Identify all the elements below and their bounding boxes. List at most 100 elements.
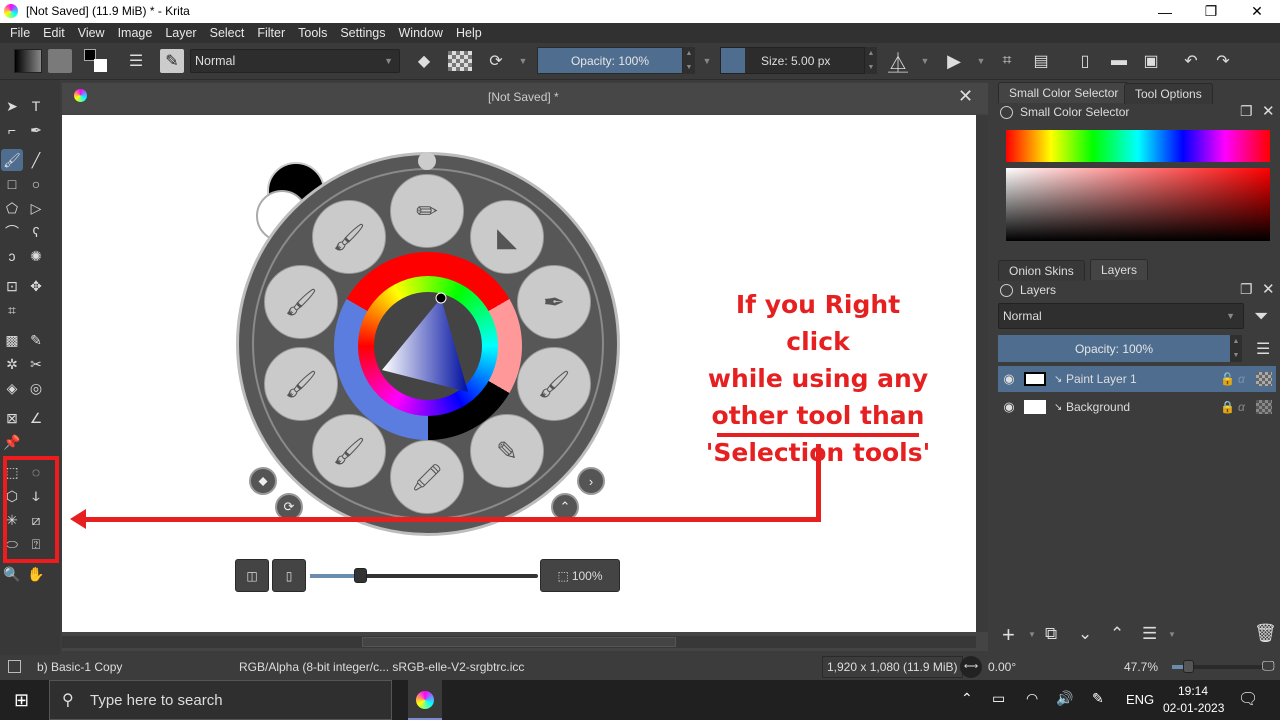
pattern-selector-button[interactable] [48,49,72,73]
saturation-value-triangle[interactable] [374,292,482,400]
layer-row[interactable]: ◉ ↘ Paint Layer 1 🔓 α [998,366,1276,392]
opacity-slider[interactable]: Opacity: 100% [537,47,683,74]
visibility-eye-icon[interactable]: ◉ [998,371,1020,387]
volume-icon[interactable]: 🔊 [1056,690,1073,707]
tab-onion-skins[interactable]: Onion Skins [998,260,1085,281]
clock-date[interactable]: 02-01-2023 [1163,701,1224,715]
move-layer-up-icon[interactable]: ⌃ [1110,624,1124,644]
brush-preset-wet-watercolor[interactable]: 🖌 [312,200,386,274]
brush-preset-wet-paint[interactable]: 🖌 [517,347,591,421]
layer-menu-icon[interactable]: ☰ [1256,339,1270,359]
canvas-only-button[interactable]: ▯ [272,559,306,592]
filter-icon[interactable]: ⏷ [1254,306,1268,327]
taskbar-krita-app[interactable] [408,680,442,720]
polygon-tool-icon[interactable]: ⬠ [1,197,23,219]
dynamic-brush-tool-icon[interactable]: ↄ [1,245,23,267]
brush-preset-eraser[interactable]: ✏ [390,174,464,248]
gradient-tool-icon[interactable]: ▩ [1,329,23,351]
zoom-slider[interactable] [1172,660,1262,673]
lock-icon[interactable] [1000,106,1013,119]
alpha-lock-icon[interactable]: α [1238,400,1256,414]
menu-layer[interactable]: Layer [159,26,203,40]
lock-layer-icon[interactable]: 🔓 [1220,372,1238,386]
edit-shapes-tool-icon[interactable]: ⌐ [1,119,23,141]
show-hidden-icons-icon[interactable]: ⌃ [961,690,973,707]
move-tool-icon[interactable]: ✥ [25,275,47,297]
smart-patch-tool-icon[interactable]: ✂ [25,353,47,375]
alpha-lock-icon[interactable]: α [1238,372,1256,386]
redo-icon[interactable]: ↷ [1212,49,1234,73]
multibrush-tool-icon[interactable]: ✺ [25,245,47,267]
layer-properties-icon[interactable]: ☰ [1142,624,1157,644]
chevron-down-icon[interactable]: ▼ [1168,630,1176,639]
pan-tool-icon[interactable]: ✋ [25,563,47,585]
rotation-dial-icon[interactable]: ⟷ [960,656,982,678]
background-color-swatch[interactable] [94,59,107,72]
undo-icon[interactable]: ↶ [1180,49,1202,73]
menu-view[interactable]: View [72,26,112,40]
opacity-spinner[interactable]: ▲ ▼ [683,47,695,74]
lock-icon[interactable] [1000,284,1013,297]
brush-preset-pencil[interactable]: ✎ [470,414,544,488]
chevron-down-icon[interactable]: ▼ [918,49,932,73]
close-docker-icon[interactable]: ✕ [1262,102,1275,120]
text-tool-icon[interactable]: T [25,95,47,117]
menu-window[interactable]: Window [393,26,450,40]
wifi-icon[interactable]: ◠ [1026,690,1038,707]
reference-images-tool-icon[interactable]: 📌 [1,431,23,453]
brush-preset-marker[interactable]: 🖍 [390,440,464,514]
zoom-tool-icon[interactable]: 🔍 [1,563,23,585]
rectangle-tool-icon[interactable]: □ [1,173,23,195]
mirror-canvas-button[interactable]: ◫ [235,559,269,592]
menu-edit[interactable]: Edit [37,26,72,40]
rotation-slider-track[interactable] [310,568,538,583]
reload-preset-icon[interactable]: ⟳ [484,49,508,73]
size-spinner[interactable]: ▲ ▼ [865,47,877,74]
menu-select[interactable]: Select [204,26,252,40]
gradient-selector-button[interactable] [14,49,42,73]
visibility-eye-icon[interactable]: ◉ [998,399,1020,415]
vertical-scrollbar[interactable] [976,115,988,632]
new-document-icon[interactable]: ▯ [1074,49,1096,73]
display-icon[interactable]: 🖵 [1262,658,1275,674]
menu-filter[interactable]: Filter [251,26,292,40]
layer-row[interactable]: ◉ ↘ Background 🔒 α [998,394,1276,420]
brush-preset-button[interactable]: ✎ [160,49,184,73]
chevron-down-icon[interactable]: ▼ [974,49,988,73]
color-swap-button[interactable] [84,49,110,73]
colorize-mask-tool-icon[interactable]: ✲ [1,353,23,375]
chevron-down-icon[interactable]: ▼ [1028,630,1036,639]
restore-button[interactable]: ❐ [1188,0,1234,23]
calligraphy-tool-icon[interactable]: ✒ [25,119,47,141]
delete-layer-icon[interactable]: 🗑 [1254,623,1277,644]
tab-tool-options[interactable]: Tool Options [1124,83,1213,104]
preserve-alpha-icon[interactable] [448,51,472,71]
palette-drag-handle[interactable] [418,152,436,170]
save-icon[interactable]: ▣ [1140,49,1162,73]
windows-start-icon[interactable]: ⊞ [14,690,29,711]
layer-opacity-slider[interactable]: Opacity: 100% [998,335,1230,362]
layer-name[interactable]: Background [1066,400,1220,414]
menu-file[interactable]: File [4,26,37,40]
fill-tool-icon[interactable]: ◈ [1,377,23,399]
taskbar-search-box[interactable]: ⚲ Type here to search [49,680,392,720]
layer-blend-mode-select[interactable]: Normal ▼ [998,303,1244,329]
close-docker-icon[interactable]: ✕ [1262,280,1275,298]
meet-now-icon[interactable]: ▭ [992,690,1005,707]
size-slider[interactable]: Size: 5.00 px [720,47,865,74]
layer-opacity-spinner[interactable]: ▲ ▼ [1230,335,1242,362]
freehand-path-tool-icon[interactable]: ʕ [25,221,47,243]
mirror-horizontal-icon[interactable]: ⏅ [886,49,910,75]
pen-icon[interactable]: ✎ [1092,690,1104,707]
select-shapes-tool-icon[interactable]: ➤ [1,95,23,117]
line-tool-icon[interactable]: ╱ [25,149,47,171]
layer-name[interactable]: Paint Layer 1 [1066,372,1220,386]
workspace-icon[interactable]: ▤ [1030,49,1052,73]
blend-mode-select[interactable]: Normal ▼ [190,49,400,73]
tag-icon[interactable]: ⬥ [249,467,277,495]
enclose-fill-tool-icon[interactable]: ◎ [25,377,47,399]
close-window-button[interactable]: ✕ [1234,0,1280,23]
brush-preset-airbrush[interactable]: ✒ [517,265,591,339]
horizontal-scrollbar-thumb[interactable] [362,637,676,647]
color-picker-tool-icon[interactable]: ✎ [25,329,47,351]
